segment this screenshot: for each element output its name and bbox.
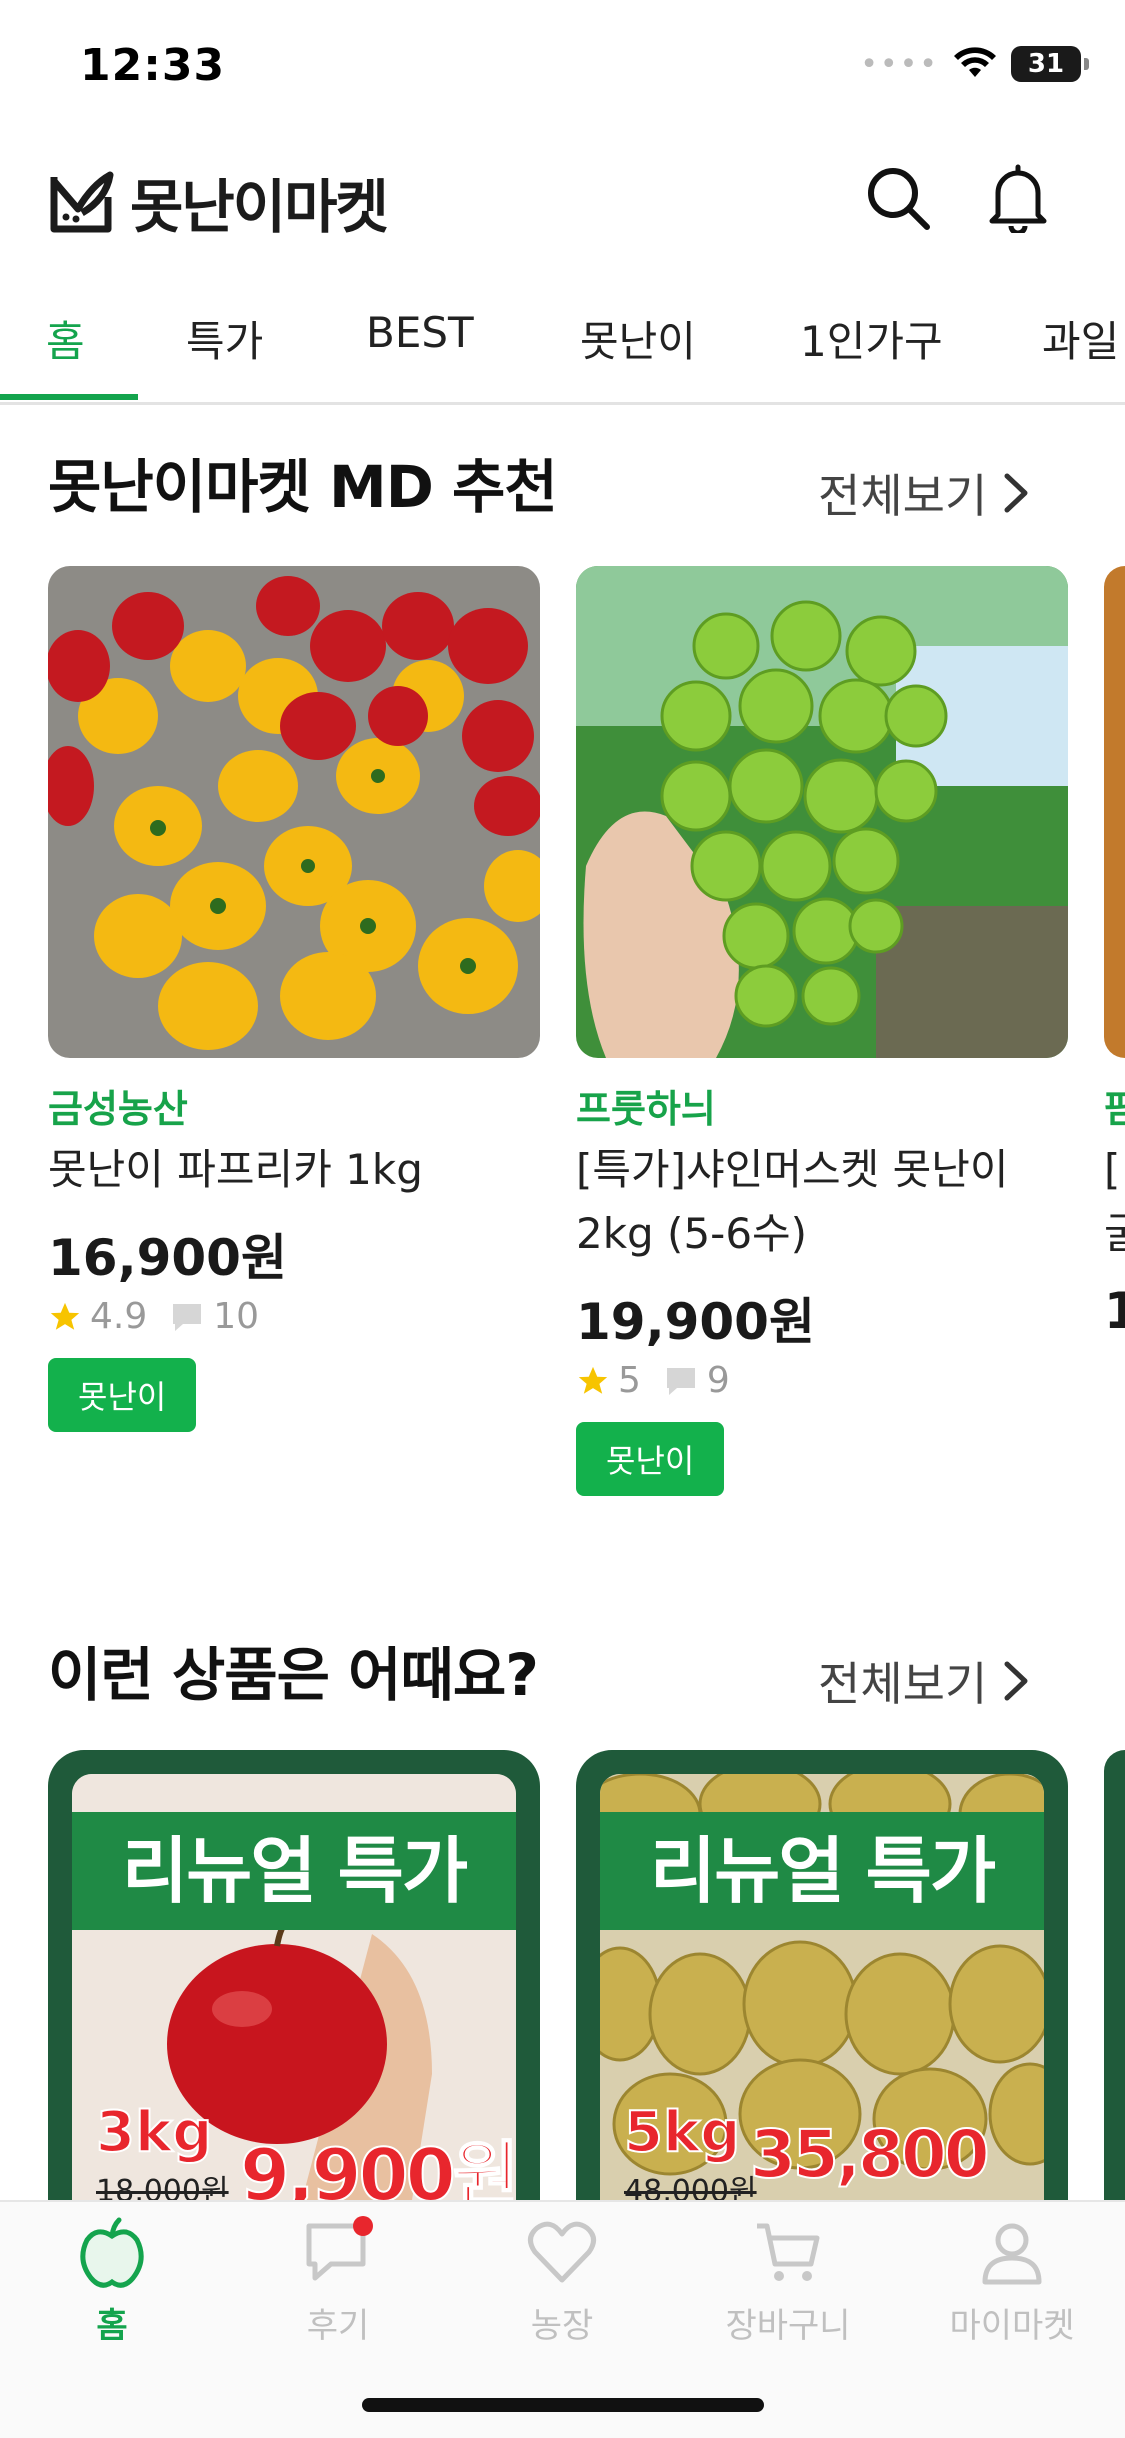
promo-banner-apple[interactable]: 리뉴얼 특가 3kg 18,000원 9,900원: [48, 1750, 540, 2200]
suggest-section-title: 이런 상품은 어때요?: [48, 1641, 539, 1709]
product-image-partial[interactable]: [1104, 566, 1125, 1058]
banner-photo: 리뉴얼 특가 5kg 48,000원 35,800원: [600, 1774, 1044, 2200]
suggest-see-all-link[interactable]: 전체보기: [818, 1648, 1031, 1714]
product-name-line1[interactable]: [특가]샤인머스켓 못난이: [576, 1138, 1009, 1202]
product-meta: 4.9 10: [48, 1296, 259, 1337]
see-all-label: 전체보기: [818, 1657, 988, 1711]
nav-reviews[interactable]: 후기: [238, 2216, 438, 2347]
tab-ugly[interactable]: 못난이: [580, 308, 696, 369]
product-image-paprika[interactable]: [48, 566, 540, 1058]
category-tabs: 홈 특가 BEST 못난이 1인가구 과일: [0, 300, 1125, 405]
search-button[interactable]: [860, 160, 936, 236]
product-name-partial-line2[interactable]: 굴: [1104, 1202, 1125, 1266]
product-farm[interactable]: 프룻하늬: [576, 1078, 716, 1133]
banner-headline: 리뉴얼 특가: [72, 1812, 516, 1930]
chevron-right-icon: [1004, 473, 1028, 513]
product-badge: 못난이: [576, 1422, 725, 1496]
product-review-count: 9: [706, 1360, 730, 1401]
user-icon: [982, 2223, 1042, 2285]
product-price: 16,900원: [48, 1229, 287, 1287]
comment-icon: [173, 1303, 202, 1331]
product-name-partial-line1[interactable]: [: [1104, 1138, 1125, 1202]
product-image-shine-muscat[interactable]: [576, 566, 1068, 1058]
see-all-label: 전체보기: [818, 469, 988, 523]
signal-icon: ••••: [860, 46, 939, 82]
promo-banner-kiwi[interactable]: 리뉴얼 특가 5kg 48,000원 35,800원: [576, 1750, 1068, 2200]
product-meta: 5 9: [576, 1360, 730, 1401]
banner-old-price: 48,000원: [624, 2174, 757, 2200]
product-farm[interactable]: 금성농산: [48, 1078, 188, 1133]
nav-label: 마이마켓: [949, 2306, 1075, 2346]
product-rating: 4.9: [90, 1296, 148, 1337]
heart-icon: [528, 2221, 596, 2283]
nav-cart[interactable]: 장바구니: [688, 2216, 888, 2347]
wifi-icon: [954, 47, 996, 77]
logo-mark-icon: [50, 171, 114, 233]
banner-photo: 리뉴얼 특가 3kg 18,000원 9,900원: [72, 1774, 516, 2200]
status-icons: •••• 31: [860, 46, 1089, 82]
nav-farm[interactable]: 농장: [462, 2216, 662, 2347]
product-name[interactable]: 못난이 파프리카 1kg: [48, 1138, 423, 1202]
tab-fruit[interactable]: 과일: [1042, 308, 1119, 369]
star-icon: [50, 1302, 80, 1330]
active-tab-indicator: [0, 394, 138, 400]
nav-my-market[interactable]: 마이마켓: [912, 2216, 1112, 2347]
product-rating: 5: [618, 1360, 641, 1401]
nav-label: 홈: [96, 2306, 128, 2346]
apple-icon: [80, 2217, 144, 2288]
banner-weight: 5kg: [623, 2099, 741, 2166]
bell-icon: [989, 164, 1047, 233]
nav-label: 농장: [530, 2306, 594, 2346]
home-indicator[interactable]: [362, 2398, 764, 2412]
product-price-partial: 1: [1104, 1282, 1125, 1340]
product-review-count: 10: [213, 1296, 260, 1337]
banner-price: 35,800원: [749, 2115, 991, 2194]
product-name-line2[interactable]: 2kg (5-6수): [576, 1202, 807, 1266]
tab-single-household[interactable]: 1인가구: [800, 308, 943, 369]
star-icon: [578, 1366, 608, 1394]
notification-button[interactable]: [980, 160, 1056, 236]
cart-icon: [757, 2223, 820, 2281]
tab-special[interactable]: 특가: [186, 308, 263, 369]
banner-headline: 리뉴얼 특가: [600, 1812, 1044, 1930]
app-logo[interactable]: 못난이마켓: [46, 160, 389, 244]
product-price: 19,900원: [576, 1293, 815, 1351]
banner-old-price: 18,000원: [96, 2174, 229, 2200]
banner-price: 9,900원: [239, 2132, 516, 2200]
banner-weight: 3kg: [95, 2099, 213, 2166]
status-time: 12:33: [80, 40, 226, 91]
chevron-right-icon: [1004, 1661, 1028, 1701]
nav-label: 장바구니: [725, 2306, 851, 2346]
product-farm-partial[interactable]: 팜: [1104, 1078, 1125, 1133]
chat-icon: [306, 2216, 373, 2281]
nav-label: 후기: [306, 2306, 370, 2346]
nav-home[interactable]: 홈: [12, 2216, 212, 2347]
search-icon: [868, 168, 930, 230]
md-see-all-link[interactable]: 전체보기: [818, 460, 1031, 526]
product-badge: 못난이: [48, 1358, 197, 1432]
logo-text: 못난이마켓: [130, 173, 389, 241]
promo-banner-partial[interactable]: [1104, 1750, 1125, 2200]
comment-icon: [666, 1367, 695, 1395]
md-section-title: 못난이마켓 MD 추천: [48, 453, 558, 521]
battery-indicator: 31: [1011, 46, 1089, 82]
tab-best[interactable]: BEST: [366, 308, 474, 357]
tab-home[interactable]: 홈: [46, 308, 85, 369]
